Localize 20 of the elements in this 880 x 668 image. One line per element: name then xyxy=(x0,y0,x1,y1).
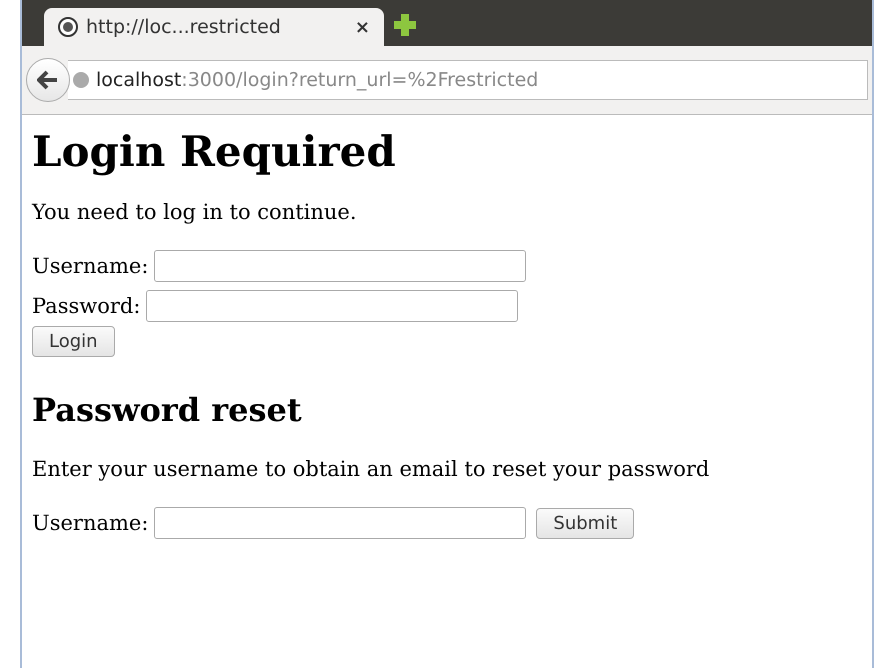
tab-title: http://loc...restricted xyxy=(86,16,282,38)
close-tab-button[interactable]: × xyxy=(354,16,370,38)
password-field[interactable] xyxy=(146,290,518,322)
submit-button[interactable]: Submit xyxy=(536,508,634,538)
new-tab-plus-icon[interactable] xyxy=(392,12,418,38)
back-arrow-icon xyxy=(37,70,59,90)
back-button[interactable] xyxy=(26,58,70,102)
field-label: Username: xyxy=(32,254,148,278)
username-field[interactable] xyxy=(154,507,526,539)
username-field[interactable] xyxy=(154,250,526,282)
url-text: localhost:3000/login?return_url=%2Frestricted xyxy=(96,69,538,91)
login-button[interactable]: Login xyxy=(32,326,115,357)
browser-tab[interactable]: http://loc...restricted × xyxy=(44,8,384,46)
reset-message: Enter your username to obtain an email to reset your password xyxy=(32,457,710,481)
field-label: Password: xyxy=(32,294,140,318)
address-bar[interactable]: localhost:3000/login?return_url=%2Frestricted xyxy=(68,60,868,100)
section-heading: Password reset xyxy=(32,391,303,429)
field-label: Username: xyxy=(32,511,148,535)
page-heading: Login Required xyxy=(32,127,397,176)
login-message: You need to log in to continue. xyxy=(32,200,358,224)
